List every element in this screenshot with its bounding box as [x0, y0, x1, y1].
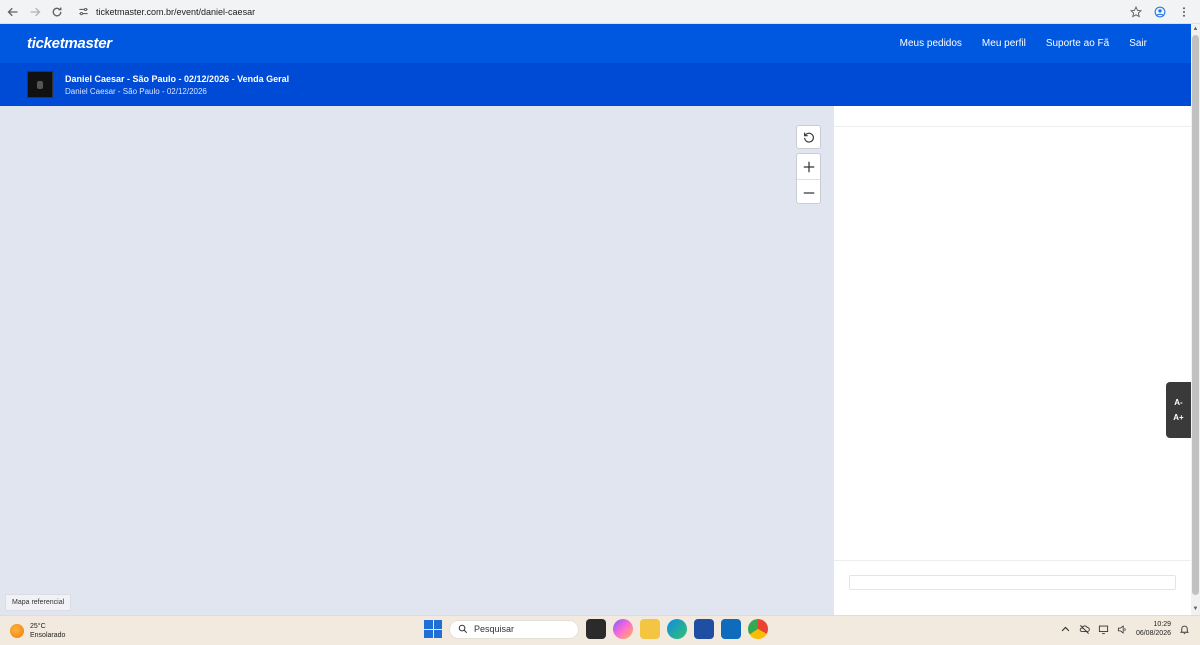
back-button[interactable] [4, 3, 22, 21]
windows-taskbar: 25°C Ensolarado Pesquisar 10:29 06/08/20… [0, 615, 1200, 645]
cloud-off-icon[interactable] [1079, 624, 1090, 635]
monitor-icon[interactable] [1098, 624, 1109, 635]
font-decrease-button[interactable]: A- [1174, 398, 1182, 407]
page-scrollbar[interactable]: ▲ ▼ [1191, 24, 1200, 615]
arrow-left-icon [7, 7, 18, 16]
reload-button[interactable] [48, 3, 66, 21]
divider [834, 126, 1191, 127]
copilot-icon[interactable] [613, 619, 633, 639]
outlook-icon[interactable] [721, 619, 741, 639]
font-size-controls: A- A+ [1166, 382, 1191, 438]
windows-start-icon[interactable] [424, 620, 442, 638]
reset-icon [803, 132, 814, 143]
event-info-bar: Daniel Caesar - São Paulo - 02/12/2026 -… [0, 63, 1191, 106]
more-menu-icon[interactable] [1178, 6, 1190, 18]
minus-icon [803, 191, 814, 194]
zoom-out-button[interactable] [797, 180, 820, 205]
arrow-right-icon [30, 7, 41, 16]
top-nav: Meus pedidos Meu perfil Suporte ao Fã Sa… [900, 38, 1147, 49]
panel-input-field[interactable] [849, 575, 1176, 590]
map-reference-label: Mapa referencial [5, 594, 72, 611]
seat-map[interactable]: Mapa referencial [0, 106, 834, 615]
nav-meu-perfil[interactable]: Meu perfil [982, 38, 1026, 49]
site-header: ticketmaster Meus pedidos Meu perfil Sup… [0, 24, 1191, 63]
font-increase-button[interactable]: A+ [1173, 413, 1183, 422]
site-settings-icon[interactable] [76, 5, 90, 19]
ticketmaster-logo[interactable]: ticketmaster [27, 35, 112, 52]
edge-icon[interactable] [667, 619, 687, 639]
browser-toolbar: ticketmaster.com.br/event/daniel-caesar [0, 0, 1200, 24]
forward-button[interactable] [26, 3, 44, 21]
plus-icon [803, 161, 814, 172]
weather-temperature: 25°C [30, 622, 46, 630]
nav-meus-pedidos[interactable]: Meus pedidos [900, 38, 962, 49]
file-explorer-icon[interactable] [640, 619, 660, 639]
bookmark-star-icon[interactable] [1130, 5, 1142, 18]
event-thumbnail [27, 71, 53, 98]
scroll-down-icon[interactable]: ▼ [1192, 606, 1199, 613]
nav-sair[interactable]: Sair [1129, 38, 1147, 49]
side-panel [834, 106, 1191, 615]
taskbar-search[interactable]: Pesquisar [449, 619, 579, 639]
reset-map-button[interactable] [796, 125, 821, 149]
task-view-icon[interactable] [586, 619, 606, 639]
address-bar[interactable]: ticketmaster.com.br/event/daniel-caesar [76, 2, 1130, 22]
weather-widget[interactable]: 25°C Ensolarado [10, 622, 65, 640]
search-icon [458, 624, 468, 634]
zoom-in-button[interactable] [797, 154, 820, 179]
system-tray: 10:29 06/08/2026 [1060, 620, 1190, 638]
event-subtitle: Daniel Caesar - São Paulo - 02/12/2026 [65, 86, 207, 96]
clock-date: 06/08/2026 [1135, 630, 1171, 637]
event-title: Daniel Caesar - São Paulo - 02/12/2026 -… [65, 73, 290, 84]
notification-bell-icon[interactable] [1179, 624, 1190, 635]
speaker-icon[interactable] [1117, 624, 1128, 635]
clock-time: 10:29 [1153, 621, 1171, 628]
clock[interactable]: 10:29 06/08/2026 [1136, 620, 1171, 638]
scroll-thumb[interactable] [1192, 35, 1199, 595]
scroll-up-icon[interactable]: ▲ [1192, 26, 1199, 33]
chrome-icon[interactable] [748, 619, 768, 639]
url-text: ticketmaster.com.br/event/daniel-caesar [96, 6, 256, 17]
sun-icon [10, 623, 24, 638]
nav-suporte[interactable]: Suporte ao Fã [1046, 38, 1109, 49]
profile-icon[interactable] [1154, 6, 1166, 18]
store-icon[interactable] [694, 619, 714, 639]
reload-icon [52, 7, 62, 16]
zoom-controls [796, 153, 821, 204]
weather-description: Ensolarado [30, 631, 66, 639]
divider [834, 560, 1191, 561]
search-placeholder: Pesquisar [474, 624, 515, 634]
chevron-up-icon[interactable] [1060, 624, 1071, 635]
